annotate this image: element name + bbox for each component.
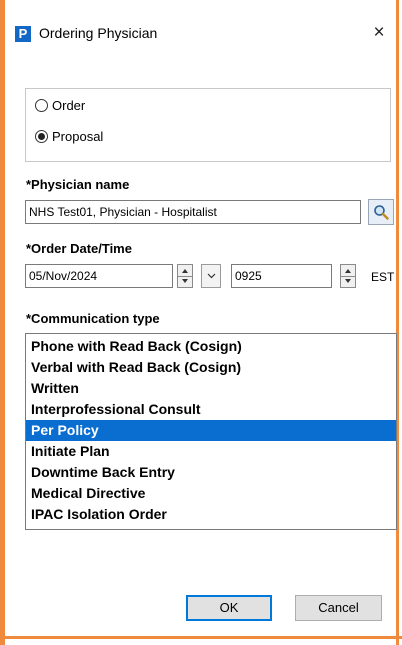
date-spinner[interactable]	[177, 264, 193, 288]
cancel-button[interactable]: Cancel	[295, 595, 382, 621]
chevron-down-icon	[207, 273, 216, 279]
time-spin-down[interactable]	[341, 276, 355, 287]
physician-name-field[interactable]: NHS Test01, Physician - Hospitalist	[25, 200, 361, 224]
list-item[interactable]: Downtime Back Entry	[26, 462, 396, 483]
list-item[interactable]: Initiate Plan	[26, 441, 396, 462]
window-title: Ordering Physician	[39, 25, 158, 41]
list-item-selected[interactable]: Per Policy	[26, 420, 396, 441]
order-datetime-label: *Order Date/Time	[26, 241, 132, 256]
window-frame-bottom	[0, 636, 402, 639]
list-item[interactable]: Written	[26, 378, 396, 399]
arrow-up-icon	[345, 269, 351, 273]
order-type-group: Order Proposal	[25, 88, 391, 162]
arrow-down-icon	[182, 279, 188, 283]
physician-name-label: *Physician name	[26, 177, 130, 192]
order-date-field[interactable]: 05/Nov/2024	[25, 264, 173, 288]
proposal-radio-option[interactable]: Proposal	[35, 127, 103, 145]
list-item[interactable]: Medical Directive	[26, 483, 396, 504]
order-radio-label: Order	[52, 97, 86, 113]
order-radio-option[interactable]: Order	[35, 96, 85, 114]
list-item[interactable]: Verbal with Read Back (Cosign)	[26, 357, 396, 378]
order-time-field[interactable]: 0925	[231, 264, 332, 288]
title-bar: P Ordering Physician ×	[5, 0, 396, 62]
arrow-down-icon	[345, 279, 351, 283]
list-item[interactable]: Interprofessional Consult	[26, 399, 396, 420]
window-frame-right	[396, 0, 399, 645]
timezone-label: EST	[371, 270, 395, 284]
proposal-radio-label: Proposal	[52, 128, 104, 144]
ok-button[interactable]: OK	[186, 595, 272, 621]
app-icon: P	[15, 26, 31, 42]
ordering-physician-dialog: P Ordering Physician × Order Proposal *P…	[5, 0, 397, 636]
physician-search-button[interactable]	[368, 199, 394, 225]
arrow-up-icon	[182, 269, 188, 273]
order-radio[interactable]	[35, 98, 48, 112]
proposal-radio[interactable]	[35, 129, 48, 143]
search-icon	[374, 205, 389, 220]
close-button[interactable]: ×	[369, 22, 389, 44]
date-picker-button[interactable]	[201, 264, 221, 288]
list-item[interactable]: IPAC Isolation Order	[26, 504, 396, 525]
list-item[interactable]: Phone with Read Back (Cosign)	[26, 336, 396, 357]
date-spin-down[interactable]	[178, 276, 192, 287]
communication-type-list[interactable]: Phone with Read Back (Cosign) Verbal wit…	[25, 333, 397, 530]
time-spinner[interactable]	[340, 264, 356, 288]
communication-type-label: *Communication type	[26, 311, 160, 326]
